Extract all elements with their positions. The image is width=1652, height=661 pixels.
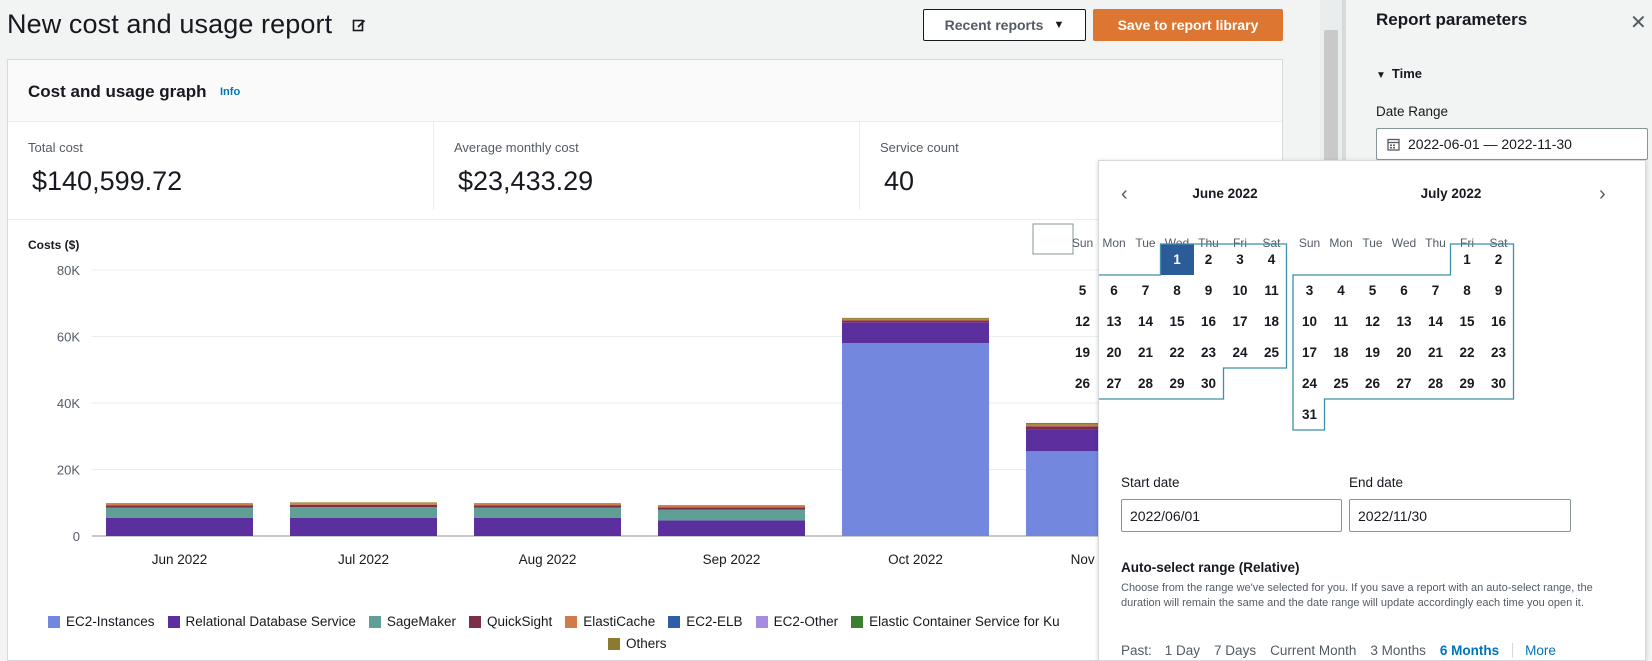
y-tick-label: 20K bbox=[57, 463, 80, 478]
legend-label: EC2-ELB bbox=[686, 614, 743, 629]
caret-down-icon: ▼ bbox=[1376, 70, 1386, 81]
weekday-label: Sun bbox=[1071, 236, 1094, 250]
legend-swatch bbox=[167, 615, 180, 628]
bar-segment bbox=[842, 317, 989, 319]
past-option[interactable]: 7 Days bbox=[1214, 643, 1256, 658]
legend-label: QuickSight bbox=[486, 614, 553, 629]
legend-swatch bbox=[565, 615, 578, 628]
legend-label: SageMaker bbox=[386, 614, 456, 629]
x-tick-label: Jun 2022 bbox=[152, 552, 208, 567]
past-option[interactable]: 1 Day bbox=[1165, 643, 1200, 658]
end-date-label: End date bbox=[1349, 475, 1404, 490]
bar-segment bbox=[290, 504, 437, 508]
calendar-day[interactable]: 12 bbox=[1066, 306, 1099, 337]
bar-segment bbox=[842, 318, 989, 321]
start-date-input[interactable]: 2022/06/01 bbox=[1121, 499, 1342, 532]
bar-segment bbox=[290, 503, 437, 505]
calendar-day[interactable]: 5 bbox=[1066, 275, 1099, 306]
y-tick-label: 0 bbox=[73, 529, 80, 544]
legend-swatch bbox=[668, 615, 681, 628]
calendar-day[interactable]: 26 bbox=[1066, 368, 1099, 399]
bar-segment bbox=[474, 507, 621, 518]
bar-segment bbox=[290, 502, 437, 504]
bar-segment bbox=[842, 343, 989, 536]
bar-segment bbox=[658, 505, 805, 506]
bar-segment bbox=[474, 517, 621, 536]
legend-item[interactable]: EC2-ELB bbox=[668, 614, 743, 629]
bar-segment bbox=[106, 505, 253, 508]
legend-item[interactable]: Elastic Container Service for Ku bbox=[851, 614, 1060, 629]
legend-swatch bbox=[851, 615, 864, 628]
past-label: Past: bbox=[1121, 643, 1152, 658]
legend-item[interactable]: QuickSight bbox=[468, 614, 553, 629]
bar-segment bbox=[290, 507, 437, 518]
date-picker-dropdown: ‹ › June 2022 July 2022 Sun Mon Tue Wed Thu F… bbox=[1072, 160, 1646, 661]
start-date-label: Start date bbox=[1121, 475, 1180, 490]
legend-swatch bbox=[608, 637, 620, 650]
x-tick-label: Jul 2022 bbox=[338, 552, 389, 567]
chart-legend: EC2-Instances Relational Database Service… bbox=[48, 614, 1108, 651]
range-outline bbox=[1099, 243, 1515, 431]
legend-swatch bbox=[755, 615, 768, 628]
bar-segment bbox=[474, 503, 621, 504]
legend-swatch bbox=[48, 615, 60, 628]
legend-item[interactable]: EC2-Other bbox=[755, 614, 839, 629]
calendar-day[interactable]: 19 bbox=[1066, 337, 1099, 368]
date-range-input[interactable]: 2022-06-01 — 2022-11-30 bbox=[1376, 128, 1648, 160]
legend-label: EC2-Instances bbox=[66, 614, 155, 629]
time-section-toggle[interactable]: ▼ Time bbox=[1376, 66, 1422, 81]
date-range-label: Date Range bbox=[1376, 104, 1449, 119]
bar-segment bbox=[474, 505, 621, 508]
section-label: Time bbox=[1391, 66, 1423, 81]
legend-label: ElastiCache bbox=[583, 614, 656, 629]
date-range-value: 2022-06-01 — 2022-11-30 bbox=[1408, 136, 1572, 152]
more-link[interactable]: More bbox=[1512, 643, 1556, 658]
bar-segment bbox=[106, 507, 253, 518]
range-outline-path bbox=[1292, 243, 1515, 431]
legend-label: Relational Database Service bbox=[185, 614, 356, 629]
legend-item[interactable]: ElastiCache bbox=[565, 614, 655, 629]
legend-item[interactable]: EC2-Instances bbox=[48, 614, 155, 629]
y-tick-label: 80K bbox=[57, 263, 80, 278]
legend-label: Elastic Container Service for Ku bbox=[869, 614, 1060, 629]
bar-segment bbox=[106, 517, 253, 536]
end-date-input[interactable]: 2022/11/30 bbox=[1349, 499, 1571, 532]
legend-label: EC2-Other bbox=[773, 614, 839, 629]
y-tick-label: 60K bbox=[57, 330, 80, 345]
x-tick-label: Aug 2022 bbox=[519, 552, 577, 567]
bar-segment bbox=[106, 503, 253, 504]
panel-title: Report parameters bbox=[1376, 10, 1528, 29]
past-option[interactable]: 6 Months bbox=[1440, 643, 1499, 658]
y-tick-label: 40K bbox=[57, 396, 80, 411]
bar-segment bbox=[842, 322, 989, 344]
bar-segment bbox=[842, 320, 989, 323]
bar-segment bbox=[290, 517, 437, 536]
bar-segment bbox=[106, 503, 253, 506]
past-option[interactable]: Current Month bbox=[1270, 643, 1356, 658]
auto-select-description: Choose from the range we've selected for… bbox=[1121, 582, 1593, 609]
past-option[interactable]: 3 Months bbox=[1370, 643, 1426, 658]
bar-segment bbox=[658, 505, 805, 508]
x-tick-label: Oct 2022 bbox=[888, 552, 943, 567]
bar-segment bbox=[658, 520, 805, 536]
close-icon[interactable]: ✕ bbox=[1630, 10, 1647, 35]
legend-item[interactable]: SageMaker bbox=[368, 614, 456, 629]
legend-item[interactable]: Others bbox=[608, 636, 667, 651]
bar-segment bbox=[658, 509, 805, 521]
legend-swatch bbox=[368, 615, 381, 628]
bar-segment bbox=[474, 503, 621, 506]
legend-label: Others bbox=[626, 636, 667, 651]
past-range-options: Past: 1 Day 7 Days Current Month 3 Months 6 … bbox=[1121, 643, 1556, 658]
auto-select-title: Auto-select range (Relative) bbox=[1121, 560, 1300, 575]
range-outline-path bbox=[1099, 243, 1288, 400]
calendar-icon bbox=[1387, 138, 1400, 151]
bar-segment bbox=[658, 507, 805, 510]
legend-item[interactable]: Relational Database Service bbox=[167, 614, 356, 629]
x-tick-label: Sep 2022 bbox=[703, 552, 761, 567]
legend-swatch bbox=[468, 615, 481, 628]
